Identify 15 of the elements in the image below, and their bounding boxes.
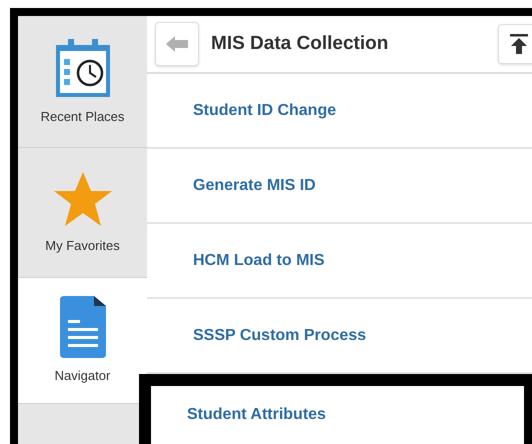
left-arrow-icon xyxy=(166,36,188,52)
sidebar-label: My Favorites xyxy=(45,236,120,255)
menu-item[interactable]: Student ID Change xyxy=(147,74,532,149)
page-title: MIS Data Collection xyxy=(211,32,390,56)
star-icon xyxy=(52,170,114,228)
calendar-clock-icon xyxy=(54,36,112,99)
menu-item[interactable]: Student Attributes xyxy=(139,374,532,444)
document-icon xyxy=(60,296,106,358)
menu-item[interactable]: HCM Load to MIS xyxy=(147,224,532,299)
sidebar-item[interactable]: Navigator xyxy=(18,278,147,404)
sidebar-label: Navigator xyxy=(54,366,110,385)
scroll-to-top-button[interactable] xyxy=(498,24,532,64)
to-top-icon xyxy=(510,34,528,54)
menu-item[interactable]: Generate MIS ID xyxy=(147,149,532,224)
sidebar-label: Recent Places xyxy=(40,108,124,126)
